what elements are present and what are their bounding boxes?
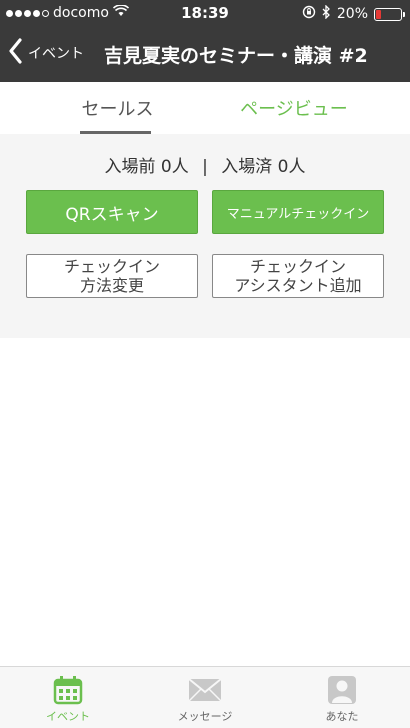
tab-bar-you[interactable]: あなた xyxy=(274,667,410,728)
change-checkin-method-button[interactable]: チェックイン 方法変更 xyxy=(26,254,198,298)
after-entry-label: 入場済 xyxy=(221,157,273,177)
qr-scan-button[interactable]: QRスキャン xyxy=(26,190,198,234)
checkin-panel: 入場前 0人 | 入場済 0人 QRスキャン マニュアルチェックイン チェックイ… xyxy=(0,134,410,338)
count-separator: | xyxy=(202,157,208,177)
tab-bar-messages-label: メッセージ xyxy=(177,710,233,723)
orientation-lock-icon xyxy=(302,5,316,23)
back-button[interactable]: イベント xyxy=(8,38,84,68)
add-assistant-line1: チェックイン xyxy=(249,256,346,276)
after-entry-count: 0人 xyxy=(277,157,306,177)
battery-icon xyxy=(374,7,405,21)
battery-percent: 20% xyxy=(336,6,368,22)
segment-tabs: セールス ページビュー xyxy=(0,82,410,134)
attendance-counts: 入場前 0人 | 入場済 0人 xyxy=(0,152,410,177)
tab-bar-events[interactable]: イベント xyxy=(0,667,136,728)
chevron-left-icon xyxy=(8,38,22,68)
add-assistant-line2: アシスタント追加 xyxy=(234,276,362,295)
tab-bar-you-label: あなた xyxy=(325,710,359,723)
calendar-icon xyxy=(53,675,83,705)
add-checkin-assistant-button[interactable]: チェックイン アシスタント追加 xyxy=(212,254,384,298)
envelope-icon xyxy=(188,675,222,705)
status-bar-right: 20% xyxy=(302,4,405,23)
nav-bar: イベント 吉見夏実のセミナー・講演 #2 xyxy=(0,26,410,82)
before-entry-label: 入場前 xyxy=(104,157,156,177)
before-entry-count: 0人 xyxy=(160,157,189,177)
bluetooth-icon xyxy=(322,4,331,23)
change-method-line2: 方法変更 xyxy=(79,276,144,295)
tab-page-views-label: ページビュー xyxy=(240,99,348,120)
tab-page-views[interactable]: ページビュー xyxy=(220,82,368,134)
tab-sales[interactable]: セールス xyxy=(60,82,175,134)
back-label: イベント xyxy=(28,46,84,62)
status-bar: docomo 18:39 20% xyxy=(0,0,410,26)
tab-bar-messages[interactable]: メッセージ xyxy=(137,667,273,728)
tab-sales-label: セールス xyxy=(81,99,154,120)
battery-fill xyxy=(376,9,381,19)
bottom-tab-bar: イベント メッセージ あなた xyxy=(0,666,410,728)
change-method-line1: チェックイン xyxy=(63,256,160,276)
manual-checkin-button[interactable]: マニュアルチェックイン xyxy=(212,190,384,234)
tab-bar-events-label: イベント xyxy=(46,710,90,723)
page-title: 吉見夏実のセミナー・講演 #2 xyxy=(104,45,368,67)
user-icon xyxy=(327,675,357,705)
